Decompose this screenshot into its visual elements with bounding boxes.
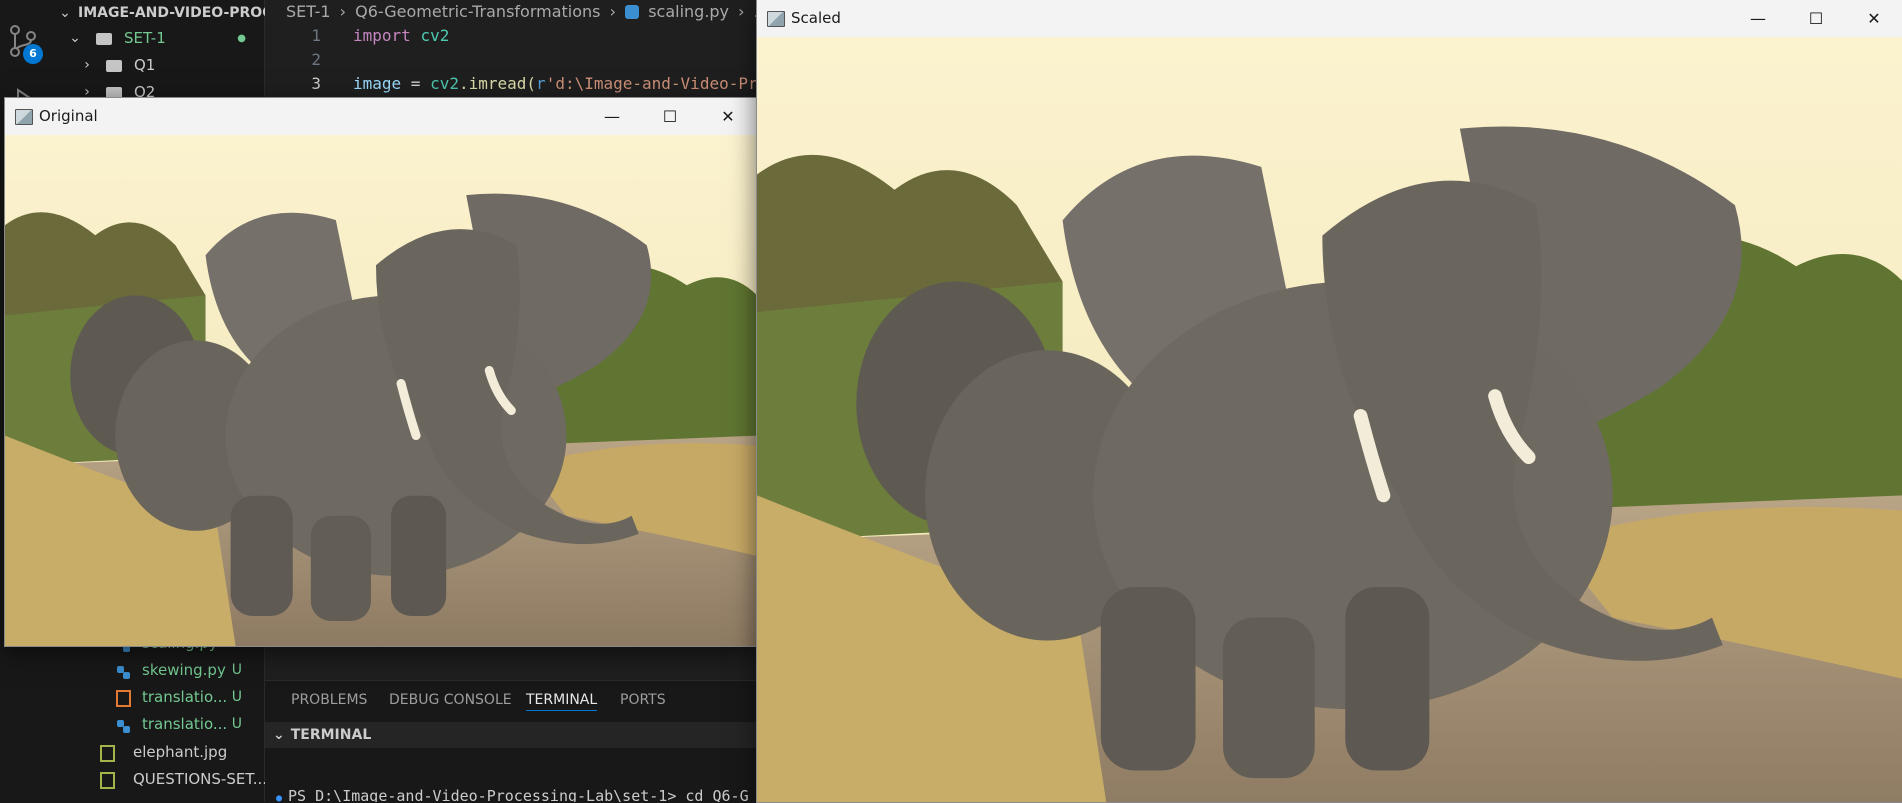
scm-badge: 6 bbox=[23, 44, 43, 64]
original-image bbox=[5, 135, 757, 646]
folder-icon bbox=[96, 33, 112, 45]
tree-file-translation-image[interactable]: translatio... U bbox=[54, 684, 264, 711]
terminal-dot-icon: ● bbox=[276, 793, 283, 802]
image-file-icon bbox=[100, 772, 115, 789]
code-line[interactable]: 1 import cv2 bbox=[265, 24, 760, 48]
chevron-right-icon: › bbox=[84, 57, 90, 73]
window-title: Original bbox=[39, 107, 98, 125]
explorer-root-folder[interactable]: ⌄ IMAGE-AND-VIDEO-PROC... bbox=[54, 0, 288, 27]
tab-terminal[interactable]: TERMINAL bbox=[526, 690, 598, 711]
breadcrumb-file[interactable]: scaling.py bbox=[648, 2, 729, 21]
breadcrumb-folder[interactable]: Q6-Geometric-Transformations bbox=[355, 2, 600, 21]
original-titlebar[interactable]: Original — ☐ ✕ bbox=[5, 98, 757, 135]
terminal-section-header[interactable]: ⌄ TERMINAL bbox=[265, 722, 760, 748]
tab-problems[interactable]: PROBLEMS bbox=[291, 690, 367, 710]
maximize-icon[interactable]: ☐ bbox=[1787, 0, 1845, 37]
breadcrumb: SET-1 › Q6-Geometric-Transformations › s… bbox=[286, 0, 769, 24]
chevron-down-icon: ⌄ bbox=[273, 727, 285, 743]
minimize-icon[interactable]: — bbox=[1729, 0, 1787, 37]
chevron-right-icon: › bbox=[738, 2, 745, 21]
close-icon[interactable]: ✕ bbox=[699, 98, 757, 135]
code-line[interactable]: 3 image = cv2.imread(r'd:\Image-and-Vide… bbox=[265, 72, 760, 96]
original-window[interactable]: Original — ☐ ✕ bbox=[4, 97, 758, 647]
app-icon bbox=[15, 109, 33, 125]
chevron-right-icon: › bbox=[609, 2, 616, 21]
window-title: Scaled bbox=[791, 9, 841, 27]
tab-debug-console[interactable]: DEBUG CONSOLE bbox=[389, 690, 512, 710]
tree-file-elephant[interactable]: elephant.jpg bbox=[54, 739, 264, 766]
chevron-right-icon: › bbox=[339, 2, 347, 21]
folder-icon bbox=[106, 60, 122, 72]
chevron-down-icon: ⌄ bbox=[69, 30, 81, 46]
maximize-icon[interactable]: ☐ bbox=[641, 98, 699, 135]
tree-folder-set-1[interactable]: ⌄ SET-1 ● bbox=[54, 25, 264, 52]
app-icon bbox=[767, 11, 785, 27]
image-file-icon bbox=[100, 745, 115, 762]
tree-file-skewing[interactable]: skewing.py U bbox=[54, 657, 264, 684]
code-line[interactable]: 2 bbox=[265, 48, 760, 72]
tree-file-questions[interactable]: QUESTIONS-SET... bbox=[54, 766, 267, 793]
scaled-window[interactable]: Scaled — ☐ ✕ bbox=[756, 0, 1902, 803]
breadcrumb-set[interactable]: SET-1 bbox=[286, 2, 331, 21]
close-icon[interactable]: ✕ bbox=[1845, 0, 1902, 37]
tree-file-translation-py[interactable]: translatio... U bbox=[54, 711, 264, 738]
minimize-icon[interactable]: — bbox=[583, 98, 641, 135]
scaled-titlebar[interactable]: Scaled — ☐ ✕ bbox=[757, 0, 1902, 37]
image-file-icon bbox=[116, 690, 131, 707]
modified-dot: ● bbox=[237, 33, 246, 44]
scaled-image bbox=[757, 37, 1902, 802]
terminal-prompt[interactable]: ● PS D:\Image-and-Video-Processing-Lab\se… bbox=[276, 784, 760, 802]
tree-folder-q1[interactable]: › Q1 bbox=[54, 52, 264, 79]
python-file-icon bbox=[116, 663, 132, 679]
tab-ports[interactable]: PORTS bbox=[620, 690, 666, 710]
python-file-icon bbox=[625, 5, 640, 19]
chevron-down-icon: ⌄ bbox=[59, 5, 71, 21]
python-file-icon bbox=[116, 717, 132, 733]
